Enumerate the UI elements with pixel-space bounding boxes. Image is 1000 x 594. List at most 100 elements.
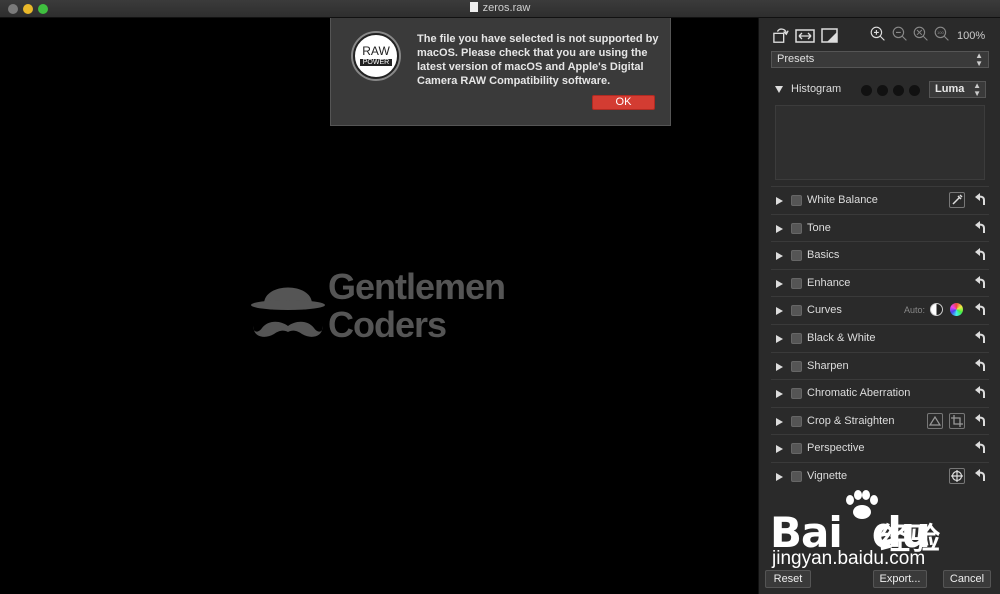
reset-arrow-icon[interactable]	[973, 192, 989, 208]
enable-checkbox[interactable]	[791, 470, 802, 482]
adjustment-chromatic-aberration[interactable]: Chromatic Aberration	[771, 379, 989, 407]
chevron-updown-icon: ▲ ▼	[973, 81, 981, 98]
adjustment-black-white[interactable]: Black & White	[771, 323, 989, 352]
histogram-label: Histogram	[791, 83, 842, 95]
adjustment-label: Tone	[807, 221, 831, 234]
disclosure-right-icon[interactable]	[776, 334, 783, 343]
channel-dot-icon[interactable]	[893, 85, 904, 96]
wordmark-line-1: Gentlemen	[328, 266, 506, 307]
enable-checkbox[interactable]	[791, 195, 802, 206]
reset-arrow-icon[interactable]	[973, 413, 989, 429]
adjustment-label: Basics	[807, 249, 840, 262]
crop-icon[interactable]	[949, 412, 965, 429]
enable-checkbox[interactable]	[791, 415, 802, 427]
disclosure-right-icon[interactable]	[776, 279, 783, 288]
adjustment-list: White Balance Tone Basics Enhance Curves…	[771, 186, 989, 490]
reset-arrow-icon[interactable]	[973, 385, 989, 401]
baidu-url: jingyan.baidu.com	[772, 548, 926, 569]
chevron-updown-icon: ▲ ▼	[975, 51, 983, 68]
disclosure-right-icon[interactable]	[776, 362, 783, 371]
adjustment-sharpen[interactable]: Sharpen	[771, 351, 989, 380]
reset-arrow-icon[interactable]	[973, 468, 989, 484]
enable-checkbox[interactable]	[791, 277, 802, 289]
crosshair-icon[interactable]	[949, 467, 965, 484]
rotate-icon[interactable]	[771, 28, 791, 44]
reset-arrow-icon[interactable]	[973, 358, 989, 374]
title-bar: zeros.raw	[0, 0, 1000, 18]
reset-arrow-icon[interactable]	[973, 275, 989, 291]
auto-luma-icon[interactable]	[930, 303, 943, 317]
ok-button[interactable]: OK	[592, 95, 655, 110]
zoom-fit-icon[interactable]	[911, 26, 931, 42]
reset-arrow-icon[interactable]	[973, 302, 989, 318]
enable-checkbox[interactable]	[791, 443, 802, 455]
adjustment-tone[interactable]: Tone	[771, 213, 989, 242]
reset-arrow-icon[interactable]	[973, 330, 989, 346]
disclosure-right-icon[interactable]	[776, 224, 783, 233]
adjustment-crop-straighten[interactable]: Crop & Straighten	[771, 406, 989, 435]
enable-checkbox[interactable]	[791, 305, 802, 317]
wordmark-line-2: Coders	[328, 304, 447, 345]
reset-arrow-icon[interactable]	[973, 220, 989, 236]
disclosure-right-icon[interactable]	[776, 252, 783, 261]
unsupported-file-alert: RAW POWER The file you have selected is …	[330, 18, 671, 126]
alert-message: The file you have selected is not suppor…	[417, 33, 659, 87]
adjustment-label: Enhance	[807, 276, 851, 289]
presets-dropdown[interactable]: Presets ▲ ▼	[771, 51, 989, 68]
enable-checkbox[interactable]	[791, 250, 802, 262]
svg-text:100: 100	[937, 30, 944, 35]
channel-dot-icon[interactable]	[877, 85, 888, 96]
reset-arrow-icon[interactable]	[973, 440, 989, 456]
enable-checkbox[interactable]	[791, 332, 802, 344]
presets-label: Presets	[777, 53, 815, 65]
eyedropper-icon[interactable]	[949, 192, 965, 208]
window-title-text: zeros.raw	[482, 2, 531, 14]
adjustment-label: Chromatic Aberration	[807, 387, 911, 400]
flip-horizontal-icon[interactable]	[795, 28, 815, 44]
adjustment-basics[interactable]: Basics	[771, 241, 989, 269]
adjustment-label: Curves	[807, 304, 842, 317]
adjustment-label: Sharpen	[807, 359, 849, 372]
adjustment-perspective[interactable]: Perspective	[771, 434, 989, 462]
baidu-jingyan-watermark: Bai du 经验 jingyan.baidu.com	[770, 488, 1000, 578]
compare-icon[interactable]	[821, 28, 839, 44]
histogram-mode-select[interactable]: Luma ▲ ▼	[929, 81, 986, 98]
disclosure-right-icon[interactable]	[776, 417, 783, 426]
disclosure-right-icon[interactable]	[776, 390, 783, 399]
enable-checkbox[interactable]	[791, 388, 802, 400]
adjustment-curves[interactable]: Curves Auto:	[771, 296, 989, 324]
zoom-level: 100%	[957, 30, 986, 42]
channel-dot-icon[interactable]	[909, 85, 920, 96]
histogram-display	[775, 105, 985, 180]
raw-power-logo-icon: RAW POWER	[353, 33, 399, 79]
adjustment-label: Black & White	[807, 331, 876, 344]
logo-text-top: RAW	[362, 44, 390, 58]
zoom-actual-size-icon[interactable]: 100	[932, 26, 952, 42]
adjustment-label: Vignette	[807, 469, 848, 482]
enable-checkbox[interactable]	[791, 222, 802, 234]
gentlemen-coders-logo: Gentlemen Coders	[250, 268, 520, 348]
auto-color-icon[interactable]	[950, 303, 963, 317]
disclosure-right-icon[interactable]	[776, 307, 783, 316]
histogram-mode-value: Luma	[935, 83, 965, 95]
adjustment-label: Perspective	[807, 442, 865, 455]
disclosure-down-icon[interactable]	[775, 86, 783, 93]
adjustment-enhance[interactable]: Enhance	[771, 268, 989, 297]
enable-checkbox[interactable]	[791, 360, 802, 372]
disclosure-right-icon[interactable]	[776, 197, 783, 205]
logo-text-bottom: POWER	[360, 59, 392, 66]
disclosure-right-icon[interactable]	[776, 445, 783, 454]
adjustment-white-balance[interactable]: White Balance	[771, 186, 989, 214]
histogram-header[interactable]: Histogram Luma ▲ ▼	[775, 81, 989, 99]
channel-dot-icon[interactable]	[861, 85, 872, 96]
zoom-out-icon[interactable]	[890, 26, 910, 42]
disclosure-right-icon[interactable]	[776, 472, 783, 481]
zoom-in-icon[interactable]	[868, 26, 888, 42]
straighten-icon[interactable]	[927, 412, 943, 429]
adjustment-vignette[interactable]: Vignette	[771, 461, 989, 490]
adjustment-label: White Balance	[807, 194, 878, 206]
reset-arrow-icon[interactable]	[973, 247, 989, 263]
window-title: zeros.raw	[0, 2, 1000, 14]
bowler-hat-mustache-icon	[251, 287, 325, 337]
auto-label: Auto:	[903, 305, 925, 316]
